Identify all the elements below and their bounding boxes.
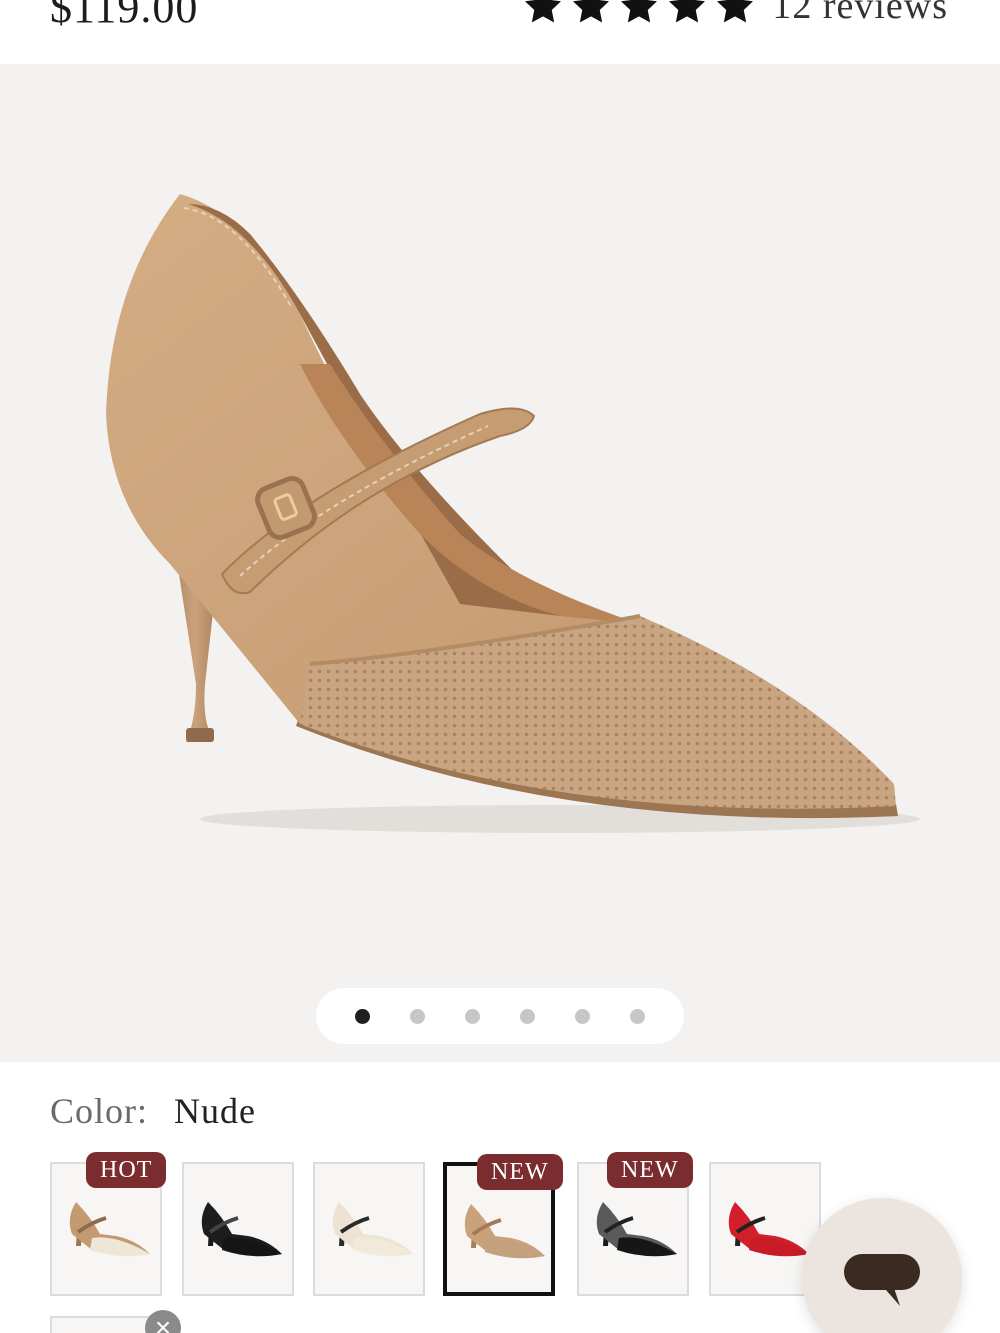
reviews-link[interactable]: 12 reviews bbox=[772, 0, 948, 28]
pagination-dot[interactable] bbox=[355, 1008, 370, 1024]
pagination-dot[interactable] bbox=[630, 1008, 645, 1024]
color-swatch-black[interactable] bbox=[182, 1162, 294, 1296]
shoe-thumbnail bbox=[728, 1202, 809, 1257]
gallery-pagination bbox=[316, 988, 684, 1044]
color-swatches: HOT NEW NEW bbox=[50, 1152, 830, 1296]
product-header: $119.00 12 reviews bbox=[0, 0, 1000, 64]
star-icon bbox=[525, 0, 562, 23]
product-rating[interactable]: 12 reviews bbox=[522, 0, 948, 28]
star-icon bbox=[621, 0, 658, 23]
color-swatch-cream[interactable] bbox=[313, 1162, 425, 1296]
shoe-thumbnail bbox=[464, 1204, 545, 1259]
product-price: $119.00 bbox=[50, 0, 199, 32]
star-icon bbox=[669, 0, 706, 23]
shoe-thumbnail bbox=[332, 1202, 413, 1257]
swatch-badge: NEW bbox=[477, 1154, 563, 1190]
color-swatch-nude-cream[interactable]: HOT bbox=[50, 1152, 167, 1296]
pagination-dot[interactable] bbox=[575, 1008, 590, 1024]
color-swatch-nude[interactable]: NEW bbox=[443, 1154, 563, 1296]
product-gallery[interactable] bbox=[0, 64, 1000, 1062]
swatch-badge: HOT bbox=[86, 1152, 167, 1188]
star-icon bbox=[573, 0, 610, 23]
star-icon bbox=[717, 0, 754, 23]
color-swatch-black-sequin[interactable]: NEW bbox=[577, 1152, 693, 1296]
color-selector-label: Color: Nude bbox=[50, 1090, 256, 1132]
pagination-dot[interactable] bbox=[410, 1008, 425, 1024]
shoe-thumbnail bbox=[69, 1202, 150, 1257]
swatch-badge: NEW bbox=[607, 1152, 693, 1188]
pagination-dot[interactable] bbox=[465, 1008, 480, 1024]
chat-bubble-icon bbox=[844, 1254, 920, 1306]
close-icon[interactable]: × bbox=[145, 1310, 181, 1333]
shoe-thumbnail bbox=[596, 1202, 677, 1257]
product-image[interactable] bbox=[0, 64, 1000, 1062]
color-label: Color: bbox=[50, 1091, 149, 1131]
selected-color-value: Nude bbox=[174, 1091, 256, 1131]
pagination-dot[interactable] bbox=[520, 1008, 535, 1024]
shoe-thumbnail bbox=[201, 1202, 282, 1257]
